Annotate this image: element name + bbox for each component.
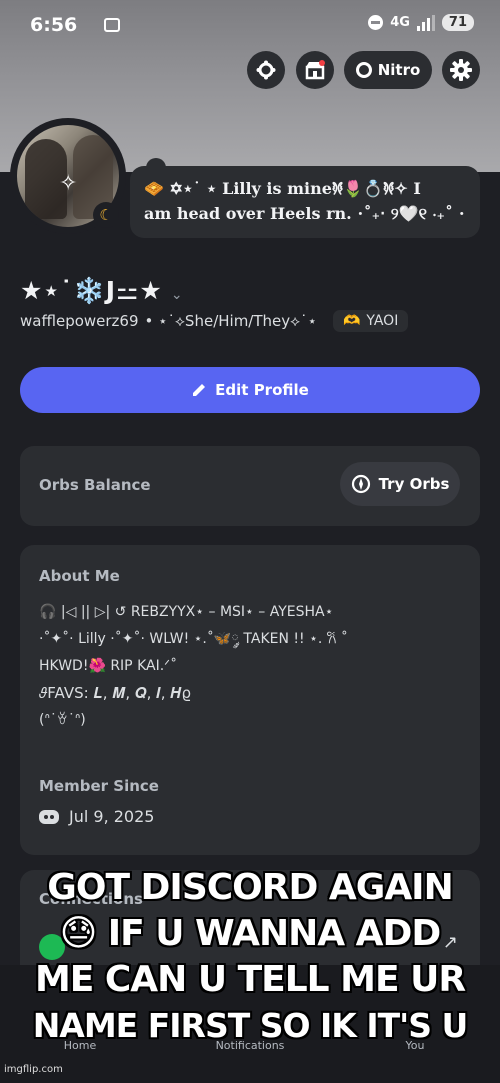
pronouns: • ⋆˙⟡She/Him/They⟡˙⋆ <box>144 312 317 330</box>
watermark-credit: imgflip.com <box>4 1064 63 1075</box>
signal-icon <box>416 14 435 31</box>
about-me-title: About Me <box>39 567 120 585</box>
idle-status-icon: ☾ <box>93 202 119 228</box>
try-orbs-button[interactable]: Try Orbs <box>340 462 460 506</box>
status-line: 🧇 ✡⋆˙ ⋆ Lilly is mine𐦍💍🌷𐦍✧ I <box>144 179 421 198</box>
chevron-down-icon: ⌄ <box>170 287 184 303</box>
orbs-balance-panel: Orbs Balance Try Orbs <box>20 446 480 526</box>
settings-button[interactable] <box>442 51 480 89</box>
orbs-icon <box>351 474 370 494</box>
status-time: 6:56 <box>30 14 78 36</box>
tag-label: YAOI <box>366 313 399 329</box>
status-line: am head over Heels rn. ⋅˚₊‧ ୨🤍୧ ‧₊˚ ⋅ <box>144 204 465 223</box>
discord-icon <box>39 809 59 824</box>
about-me-panel: About Me 🎧 |◁ || ▷| ↺ REBZYYX⋆ – MSI⋆ – … <box>20 545 480 855</box>
meme-caption-line: 😓 IF U WANNA ADD <box>59 913 442 954</box>
tag-emoji: 🫶 <box>342 313 361 329</box>
dnd-icon <box>368 15 384 30</box>
bio: 🎧 |◁ || ▷| ↺ REBZYYX⋆ – MSI⋆ – AYESHA⋆ ⋅… <box>39 599 461 734</box>
server-tag[interactable]: 🫶 YAOI <box>332 310 409 332</box>
member-since-date: Jul 9, 2025 <box>69 807 155 826</box>
shop-button[interactable] <box>296 51 334 89</box>
shop-icon <box>305 60 325 80</box>
screenshot-icon <box>104 18 120 32</box>
network-label: 4G <box>390 15 410 30</box>
pencil-icon <box>193 384 206 396</box>
meme-caption-line: ME CAN U TELL ME UR <box>34 959 466 1000</box>
orbs-shop-button[interactable] <box>247 51 285 89</box>
display-name[interactable]: ★⋆˙❄️J⚍★ ⌄ <box>20 276 184 306</box>
battery-level: 71 <box>441 14 474 31</box>
bio-line: 🎧 |◁ || ▷| ↺ REBZYYX⋆ – MSI⋆ – AYESHA⋆ <box>39 604 334 620</box>
nitro-icon <box>355 62 372 78</box>
member-since-title: Member Since <box>39 777 159 795</box>
member-since-row: Jul 9, 2025 <box>39 807 154 826</box>
bio-line: ⋅˚✦˚⋅ Lilly ⋅˚✦˚⋅ WLW! ⋆.˚🦋༘ TAKEN !! ⋆.… <box>39 631 348 647</box>
status-bar: 6:56 4G 71 <box>0 0 500 56</box>
try-orbs-label: Try Orbs <box>378 475 450 493</box>
orbs-icon <box>256 60 276 80</box>
username: wafflepowerz69 <box>20 312 139 330</box>
bio-line: 𝜗FAVS: 𝑳, 𝑴, 𝑸, 𝑰, 𝑯ϱ <box>39 684 192 702</box>
nitro-button[interactable]: Nitro <box>344 51 432 89</box>
username-row: wafflepowerz69 • ⋆˙⟡She/Him/They⟡˙⋆ 🫶 YA… <box>20 310 409 332</box>
custom-status-bubble[interactable]: 🧇 ✡⋆˙ ⋆ Lilly is mine𐦍💍🌷𐦍✧ I am head ove… <box>130 166 480 238</box>
display-name-text: ★⋆˙❄️J⚍★ <box>20 276 163 305</box>
meme-caption-line: NAME FIRST SO IK IT'S U <box>32 1006 469 1045</box>
meme-caption-line: GOT DISCORD AGAIN <box>47 867 453 908</box>
edit-profile-label: Edit Profile <box>215 381 309 399</box>
nitro-label: Nitro <box>377 61 421 79</box>
edit-profile-button[interactable]: Edit Profile <box>20 367 480 413</box>
gear-icon <box>450 59 472 81</box>
bio-line: HKWD!🌺 RIP KAI.ᐟ˚ <box>39 658 178 674</box>
orbs-balance-label: Orbs Balance <box>39 476 151 494</box>
bio-line: (ᐢ˙ꈊ˙ᐢ) <box>39 712 86 728</box>
